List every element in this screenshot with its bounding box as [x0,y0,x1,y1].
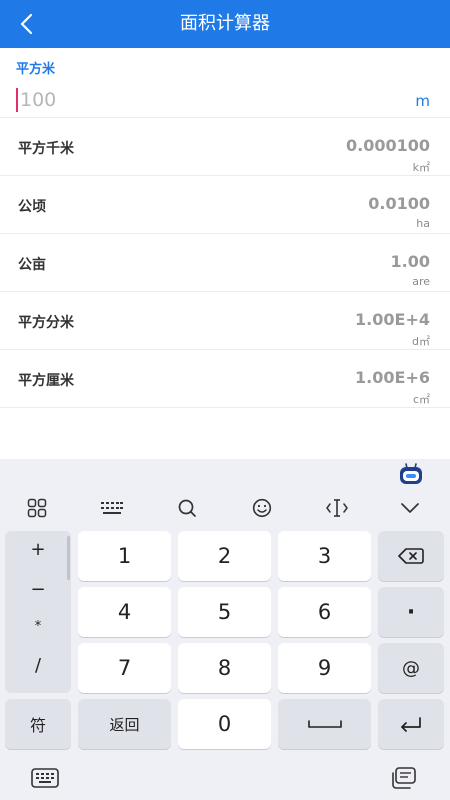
area-input[interactable] [20,86,320,114]
symbol-plus[interactable]: + [5,539,71,560]
key-0[interactable]: 0 [178,699,271,749]
result-row-sq-km[interactable]: 平方千米 0.000100 k㎡ [0,118,450,176]
keyboard-toolbar [0,487,450,529]
result-name: 公顷 [18,199,46,215]
key-6[interactable]: 6 [278,587,371,637]
emoji-icon [252,498,272,518]
key-3[interactable]: 3 [278,531,371,581]
result-row-sq-cm[interactable]: 平方厘米 1.00E+6 c㎡ [0,350,450,408]
page-title: 面积计算器 [180,13,270,34]
result-row-are[interactable]: 公亩 1.00 are [0,234,450,292]
bot-icon [400,463,422,484]
emoji-button[interactable] [237,487,287,529]
text-caret [16,88,18,112]
result-name: 公亩 [18,257,46,273]
backspace-key[interactable] [378,531,444,581]
key-2[interactable]: 2 [178,531,271,581]
keyboard-layout-button[interactable] [87,487,137,529]
cursor-control-button[interactable] [312,487,362,529]
cursor-icon [326,499,348,517]
key-9[interactable]: 9 [278,643,371,693]
key-5[interactable]: 5 [178,587,271,637]
enter-icon [401,717,421,732]
clipboard-button[interactable] [386,762,420,794]
key-1[interactable]: 1 [78,531,171,581]
input-unit-label: 平方米 [16,62,56,77]
result-value: 0.000100 [345,136,430,155]
symbol-minus[interactable]: − [5,579,71,600]
result-list: 平方千米 0.000100 k㎡ 公顷 0.0100 ha 公亩 1.00 ar… [0,118,450,408]
symbol-scrollbar[interactable] [67,536,70,580]
app-header: 面积计算器 [0,0,450,48]
result-value: 1.00 [390,252,430,271]
apps-button[interactable] [12,487,62,529]
space-key[interactable] [278,699,371,749]
clipboard-icon [392,767,416,789]
at-key[interactable]: @ [378,643,444,693]
switch-keyboard-button[interactable] [28,762,62,794]
result-name: 平方厘米 [18,373,74,389]
backspace-icon [398,548,424,564]
result-row-sq-dm[interactable]: 平方分米 1.00E+4 d㎡ [0,292,450,350]
search-icon [178,499,196,517]
keyboard-bot-icon[interactable] [398,463,424,485]
input-unit-symbol: m [415,92,430,110]
result-value: 1.00E+6 [355,368,430,387]
grid-icon [27,498,47,518]
result-unit: c㎡ [412,393,430,406]
result-unit: k㎡ [412,161,430,174]
keyboard-bottom-bar [0,756,450,800]
keyboard-icon [31,768,59,788]
return-key[interactable]: 返回 [78,699,171,749]
result-name: 平方千米 [18,141,74,157]
result-row-hectare[interactable]: 公顷 0.0100 ha [0,176,450,234]
symbol-slash[interactable]: / [5,655,71,676]
enter-key[interactable] [378,699,444,749]
result-value: 1.00E+4 [355,310,430,329]
result-unit: ha [416,217,430,230]
result-unit: are [412,275,430,288]
dot-key[interactable]: · [378,587,444,637]
symbol-switch-key[interactable]: 符 [5,699,71,749]
chevron-down-icon [401,503,419,513]
key-8[interactable]: 8 [178,643,271,693]
result-value: 0.0100 [368,194,430,213]
search-button[interactable] [162,487,212,529]
keyboard-icon [101,502,123,514]
key-4[interactable]: 4 [78,587,171,637]
symbol-asterisk[interactable]: * [5,619,71,634]
hide-keyboard-button[interactable] [385,487,435,529]
result-unit: d㎡ [412,335,430,348]
input-section: 平方米 m [0,48,450,118]
result-name: 平方分米 [18,315,74,331]
symbol-column[interactable]: + − * / [5,531,71,693]
space-icon [307,720,342,728]
key-7[interactable]: 7 [78,643,171,693]
